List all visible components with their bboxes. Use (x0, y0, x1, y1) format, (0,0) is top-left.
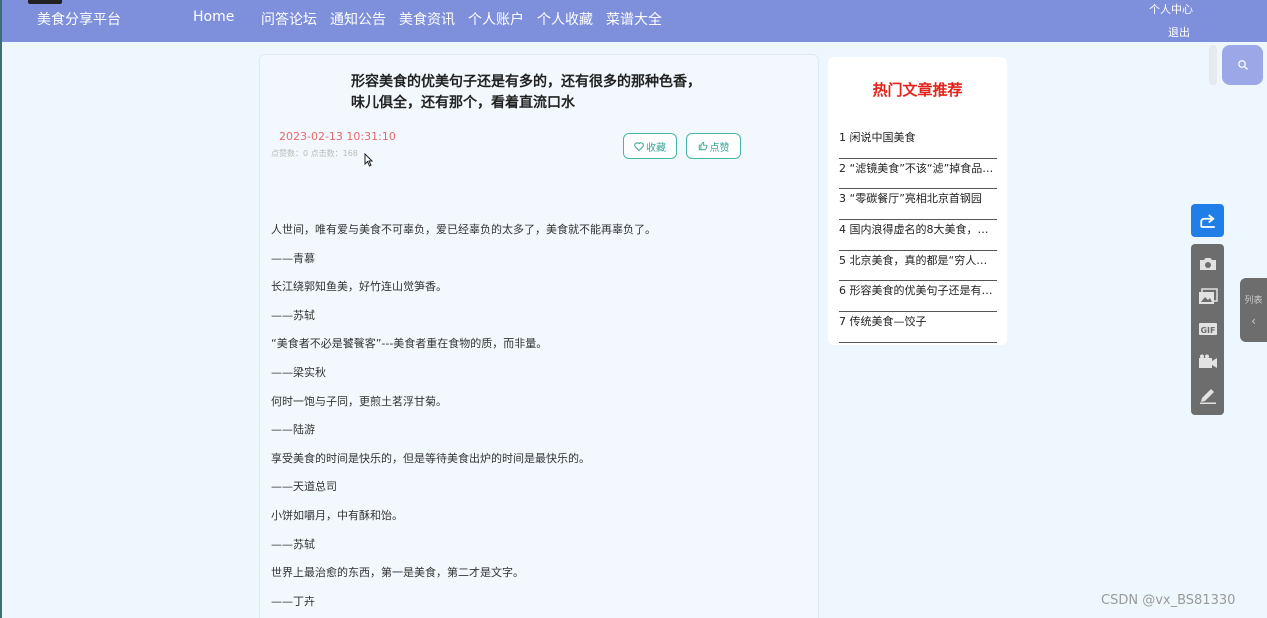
chevron-left-icon: ‹ (1251, 314, 1256, 328)
nav-link-forum[interactable]: 问答论坛 (261, 9, 317, 29)
nav-link-notices[interactable]: 通知公告 (330, 9, 386, 29)
sidebar-title: 热门文章推荐 (872, 81, 963, 99)
camera-button[interactable] (1197, 253, 1219, 275)
thumbs-up-icon (698, 141, 707, 151)
article-title: 形容美食的优美句子还是有多的，还有很多的那种色香，味儿俱全，还有那个，看着直流口… (351, 74, 701, 111)
user-center-link[interactable]: 个人中心 (1149, 1, 1193, 17)
nav-link-favorites[interactable]: 个人收藏 (537, 9, 593, 29)
favorite-button[interactable]: 收藏 (623, 133, 677, 159)
content-paragraph: ——苏轼 (271, 537, 315, 551)
hot-article-item[interactable]: 6 形容美食的优美句子还是有多的 (839, 281, 997, 313)
hot-article-item[interactable]: 7 传统美食—饺子 (839, 312, 997, 343)
share-button[interactable] (1191, 204, 1224, 237)
video-icon (1198, 354, 1217, 369)
article-date: 2023-02-13 10:31:10 (279, 130, 396, 143)
hot-articles-sidebar: 热门文章推荐 1 闲说中国美食 2 “滤镜美食”不该“滤”掉食品安全 3 “零碳… (828, 57, 1007, 345)
nav-link-food-news[interactable]: 美食资讯 (399, 9, 455, 29)
site-brand[interactable]: 美食分享平台 (37, 9, 121, 29)
gif-button[interactable]: GIF (1197, 318, 1219, 340)
share-icon (1199, 213, 1215, 228)
content-paragraph: 何时一饱与子同，更煎土茗浮甘菊。 (271, 394, 447, 408)
list-panel-tab[interactable]: 列表 ‹ (1240, 278, 1267, 342)
image-button[interactable] (1197, 286, 1219, 308)
scrollbar-thumb[interactable] (1209, 45, 1217, 85)
like-button[interactable]: 点赞 (686, 133, 741, 159)
pen-button[interactable] (1197, 384, 1219, 406)
content-paragraph: ——青慕 (271, 251, 315, 265)
content-paragraph: ——梁实秋 (271, 365, 326, 379)
mouse-cursor-icon (364, 153, 373, 167)
like-button-label: 点赞 (709, 142, 730, 154)
content-paragraph: 长江绕郭知鱼美，好竹连山觉笋香。 (271, 280, 447, 294)
nav-links: 问答论坛 通知公告 美食资讯 个人账户 个人收藏 菜谱大全 (261, 9, 662, 29)
content-paragraph: “美食者不必是饕餮客”---美食者重在食物的质，而非量。 (271, 337, 548, 351)
image-icon (1198, 288, 1218, 304)
pen-icon (1199, 388, 1216, 404)
content-paragraph: ——天道总司 (271, 480, 337, 494)
search-button[interactable] (1222, 45, 1263, 85)
content-paragraph: 人世间，唯有爱与美食不可辜负，爱已经辜负的太多了，美食就不能再辜负了。 (271, 223, 656, 236)
window-left-edge (0, 0, 2, 618)
nav-link-recipes[interactable]: 菜谱大全 (606, 9, 662, 29)
svg-text:GIF: GIF (1200, 326, 1215, 335)
hot-article-item[interactable]: 5 北京美食，真的都是“穷人乐”吗 (839, 251, 997, 282)
video-button[interactable] (1197, 351, 1219, 373)
media-toolbar: GIF (1191, 244, 1224, 415)
nav-link-account[interactable]: 个人账户 (468, 9, 524, 29)
top-navbar: 美食分享平台 Home 问答论坛 通知公告 美食资讯 个人账户 个人收藏 菜谱大… (2, 0, 1267, 42)
gif-icon: GIF (1198, 323, 1217, 336)
hot-article-item[interactable]: 3 “零碳餐厅”亮相北京首钢园 (839, 189, 997, 221)
logout-link[interactable]: 退出 (1168, 24, 1190, 40)
article-panel: 形容美食的优美句子还是有多的，还有很多的那种色香，味儿俱全，还有那个，看着直流口… (259, 54, 819, 618)
heart-icon (634, 141, 644, 151)
csdn-watermark: CSDN @vx_BS81330 (1101, 593, 1236, 608)
content-paragraph: 小饼如嚼月，中有酥和饴。 (271, 508, 403, 522)
list-tab-label: 列表 (1244, 296, 1263, 306)
favorite-button-label: 收藏 (646, 142, 666, 154)
content-paragraph: ——丁卉 (271, 594, 315, 608)
hot-article-item[interactable]: 2 “滤镜美食”不该“滤”掉食品安全 (839, 159, 997, 190)
content-paragraph: ——陆游 (271, 423, 315, 437)
article-content: 人世间，唯有爱与美食不可辜负，爱已经辜负的太多了，美食就不能再辜负了。 ——青慕… (271, 220, 801, 618)
hot-article-item[interactable]: 1 闲说中国美食 (839, 128, 997, 159)
content-paragraph: 世界上最治愈的东西，第一是美食，第二才是文字。 (271, 566, 524, 580)
hot-article-list: 1 闲说中国美食 2 “滤镜美食”不该“滤”掉食品安全 3 “零碳餐厅”亮相北京… (839, 128, 997, 343)
hot-article-item[interactable]: 4 国内浪得虚名的8大美食，你吃过几个 (839, 220, 997, 251)
content-paragraph: 享受美食的时间是快乐的，但是等待美食出炉的时间是最快乐的。 (271, 451, 590, 465)
nav-home-link[interactable]: Home (193, 9, 234, 25)
window-corner-artifact (28, 0, 62, 4)
camera-icon (1199, 258, 1216, 271)
content-paragraph: ——苏轼 (271, 308, 315, 322)
article-stats: 点赞数：0 点击数：168 (271, 149, 358, 158)
search-icon (1237, 60, 1248, 70)
